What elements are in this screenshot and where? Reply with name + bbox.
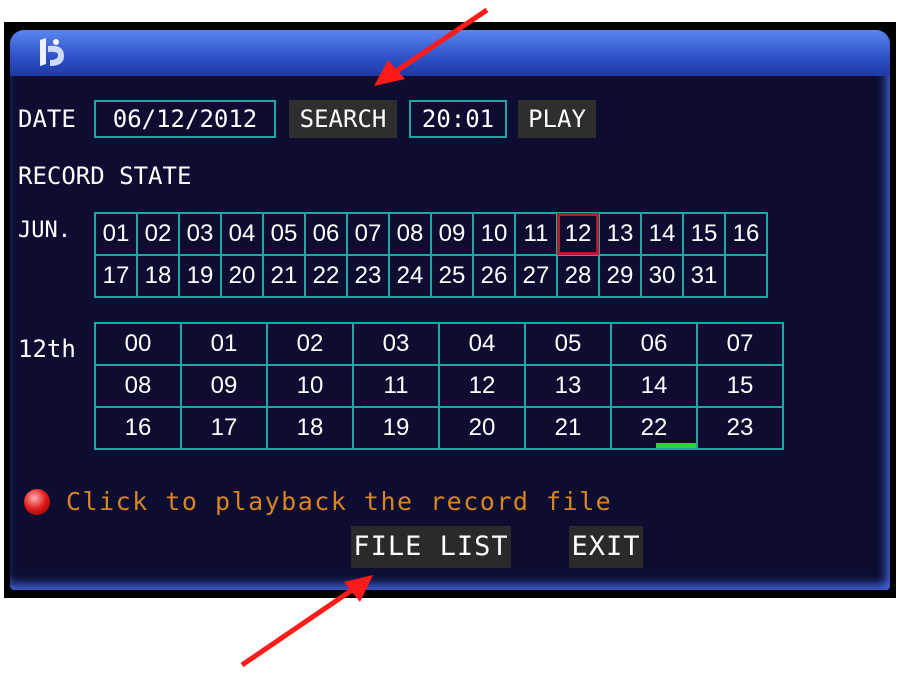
annotation-arrows [240, 7, 489, 668]
arrow-to-search-icon [374, 7, 489, 86]
arrow-to-file-list-icon [240, 575, 373, 668]
